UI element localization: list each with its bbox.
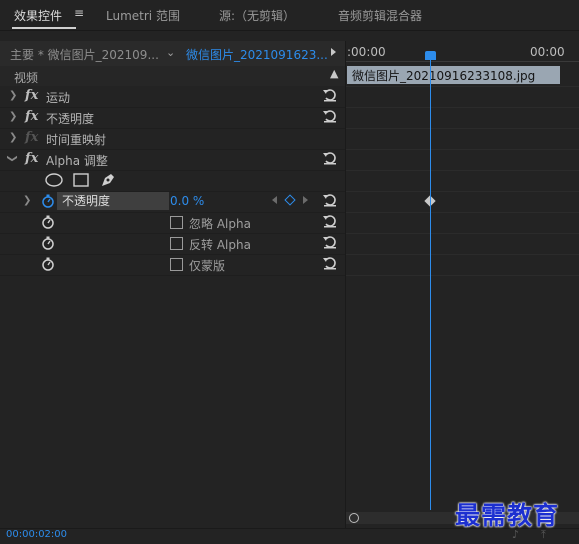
invert-alpha-checkbox[interactable] <box>170 237 183 250</box>
expand-caret-icon[interactable]: ❯ <box>9 132 17 143</box>
param-row-ignore-alpha[interactable]: 忽略 Alpha <box>0 212 346 234</box>
reset-icon[interactable] <box>322 213 338 229</box>
ruler-start-time: :00:00 <box>347 45 386 59</box>
playhead-handle[interactable] <box>425 51 436 60</box>
video-section-label: 视频 <box>14 71 39 85</box>
effect-row-motion[interactable]: ❯ fx 运动 <box>0 86 346 108</box>
ignore-alpha-label: 忽略 Alpha <box>189 217 251 231</box>
mask-only-label: 仅蒙版 <box>189 259 226 273</box>
tab-lumetri-scopes[interactable]: Lumetri 范围 <box>106 7 180 24</box>
effect-label: 时间重映射 <box>46 133 107 147</box>
param-row-opacity[interactable]: ❯ 不透明度 0.0 % <box>0 191 346 213</box>
param-row-mask-only[interactable]: 仅蒙版 <box>0 254 346 276</box>
mask-tools-row <box>0 170 346 192</box>
playhead-line[interactable] <box>430 58 431 510</box>
rectangle-mask-icon[interactable] <box>73 173 89 187</box>
ellipse-mask-icon[interactable] <box>45 173 63 187</box>
stopwatch-icon[interactable] <box>41 257 55 271</box>
timeline-clip-name: 微信图片_20210916233108.jpg <box>352 69 536 83</box>
previous-keyframe-icon[interactable] <box>272 196 277 204</box>
timeline-area[interactable] <box>346 41 579 528</box>
ruler-baseline <box>346 61 579 62</box>
effect-row-time-remap[interactable]: ❯ fx 时间重映射 <box>0 128 346 150</box>
panel-menu-icon[interactable]: ≡ <box>74 6 84 20</box>
panel-divider[interactable] <box>345 41 346 528</box>
watermark-logo: 最需教育 <box>455 501 560 530</box>
opacity-value[interactable]: 0.0 % <box>170 194 204 208</box>
param-row-invert-alpha[interactable]: 反转 Alpha <box>0 233 346 255</box>
effect-row-opacity[interactable]: ❯ fx 不透明度 <box>0 107 346 129</box>
video-section-header: 视频 ▲ <box>0 66 346 86</box>
reset-icon[interactable] <box>322 150 338 166</box>
ruler-end-time: 00:00 <box>530 45 565 59</box>
mask-only-checkbox[interactable] <box>170 258 183 271</box>
stopwatch-icon[interactable] <box>41 236 55 250</box>
stopwatch-icon[interactable] <box>41 215 55 229</box>
sequence-clip-label[interactable]: 微信图片_2021091623... <box>186 46 328 63</box>
effect-label: 运动 <box>46 91 71 105</box>
next-keyframe-icon[interactable] <box>303 196 308 204</box>
reset-icon[interactable] <box>322 255 338 271</box>
fx-icon[interactable]: fx <box>25 109 38 124</box>
collapse-up-icon[interactable]: ▲ <box>330 67 338 80</box>
param-name-field[interactable]: 不透明度 <box>57 192 169 210</box>
fx-icon[interactable]: fx <box>25 151 38 166</box>
tab-effect-controls[interactable]: 效果控件 <box>14 7 62 24</box>
tab-audio-clip-mixer[interactable]: 音频剪辑混合器 <box>338 7 422 24</box>
effect-label: Alpha 调整 <box>46 154 108 168</box>
expand-caret-icon[interactable]: ❯ <box>9 111 17 122</box>
ignore-alpha-checkbox[interactable] <box>170 216 183 229</box>
invert-alpha-label: 反转 Alpha <box>189 238 251 252</box>
master-clip-label[interactable]: 主要 * 微信图片_202109... <box>10 46 159 63</box>
reset-icon[interactable] <box>322 192 338 208</box>
tab-source[interactable]: 源:（无剪辑） <box>219 7 295 24</box>
scroll-handle[interactable] <box>349 513 359 523</box>
expand-caret-icon[interactable]: ❯ <box>9 90 17 101</box>
reset-icon[interactable] <box>322 108 338 124</box>
active-tab-indicator <box>12 27 76 29</box>
collapse-caret-icon[interactable]: ❯ <box>7 154 18 162</box>
fx-icon: fx <box>25 130 39 145</box>
fx-icon[interactable]: fx <box>25 88 38 103</box>
effect-row-alpha-adjust[interactable]: ❯ fx Alpha 调整 <box>0 149 346 171</box>
pen-mask-icon[interactable] <box>99 171 117 189</box>
play-triangle-icon[interactable] <box>331 48 336 56</box>
reset-icon[interactable] <box>322 87 338 103</box>
add-keyframe-icon[interactable] <box>284 194 296 206</box>
current-timecode[interactable]: 00:00:02:00 <box>6 529 67 540</box>
chevron-down-icon[interactable]: ⌄ <box>166 46 175 59</box>
effect-label: 不透明度 <box>46 112 95 126</box>
reset-icon[interactable] <box>322 234 338 250</box>
stopwatch-icon-active[interactable] <box>41 194 55 208</box>
expand-caret-icon[interactable]: ❯ <box>23 195 31 206</box>
